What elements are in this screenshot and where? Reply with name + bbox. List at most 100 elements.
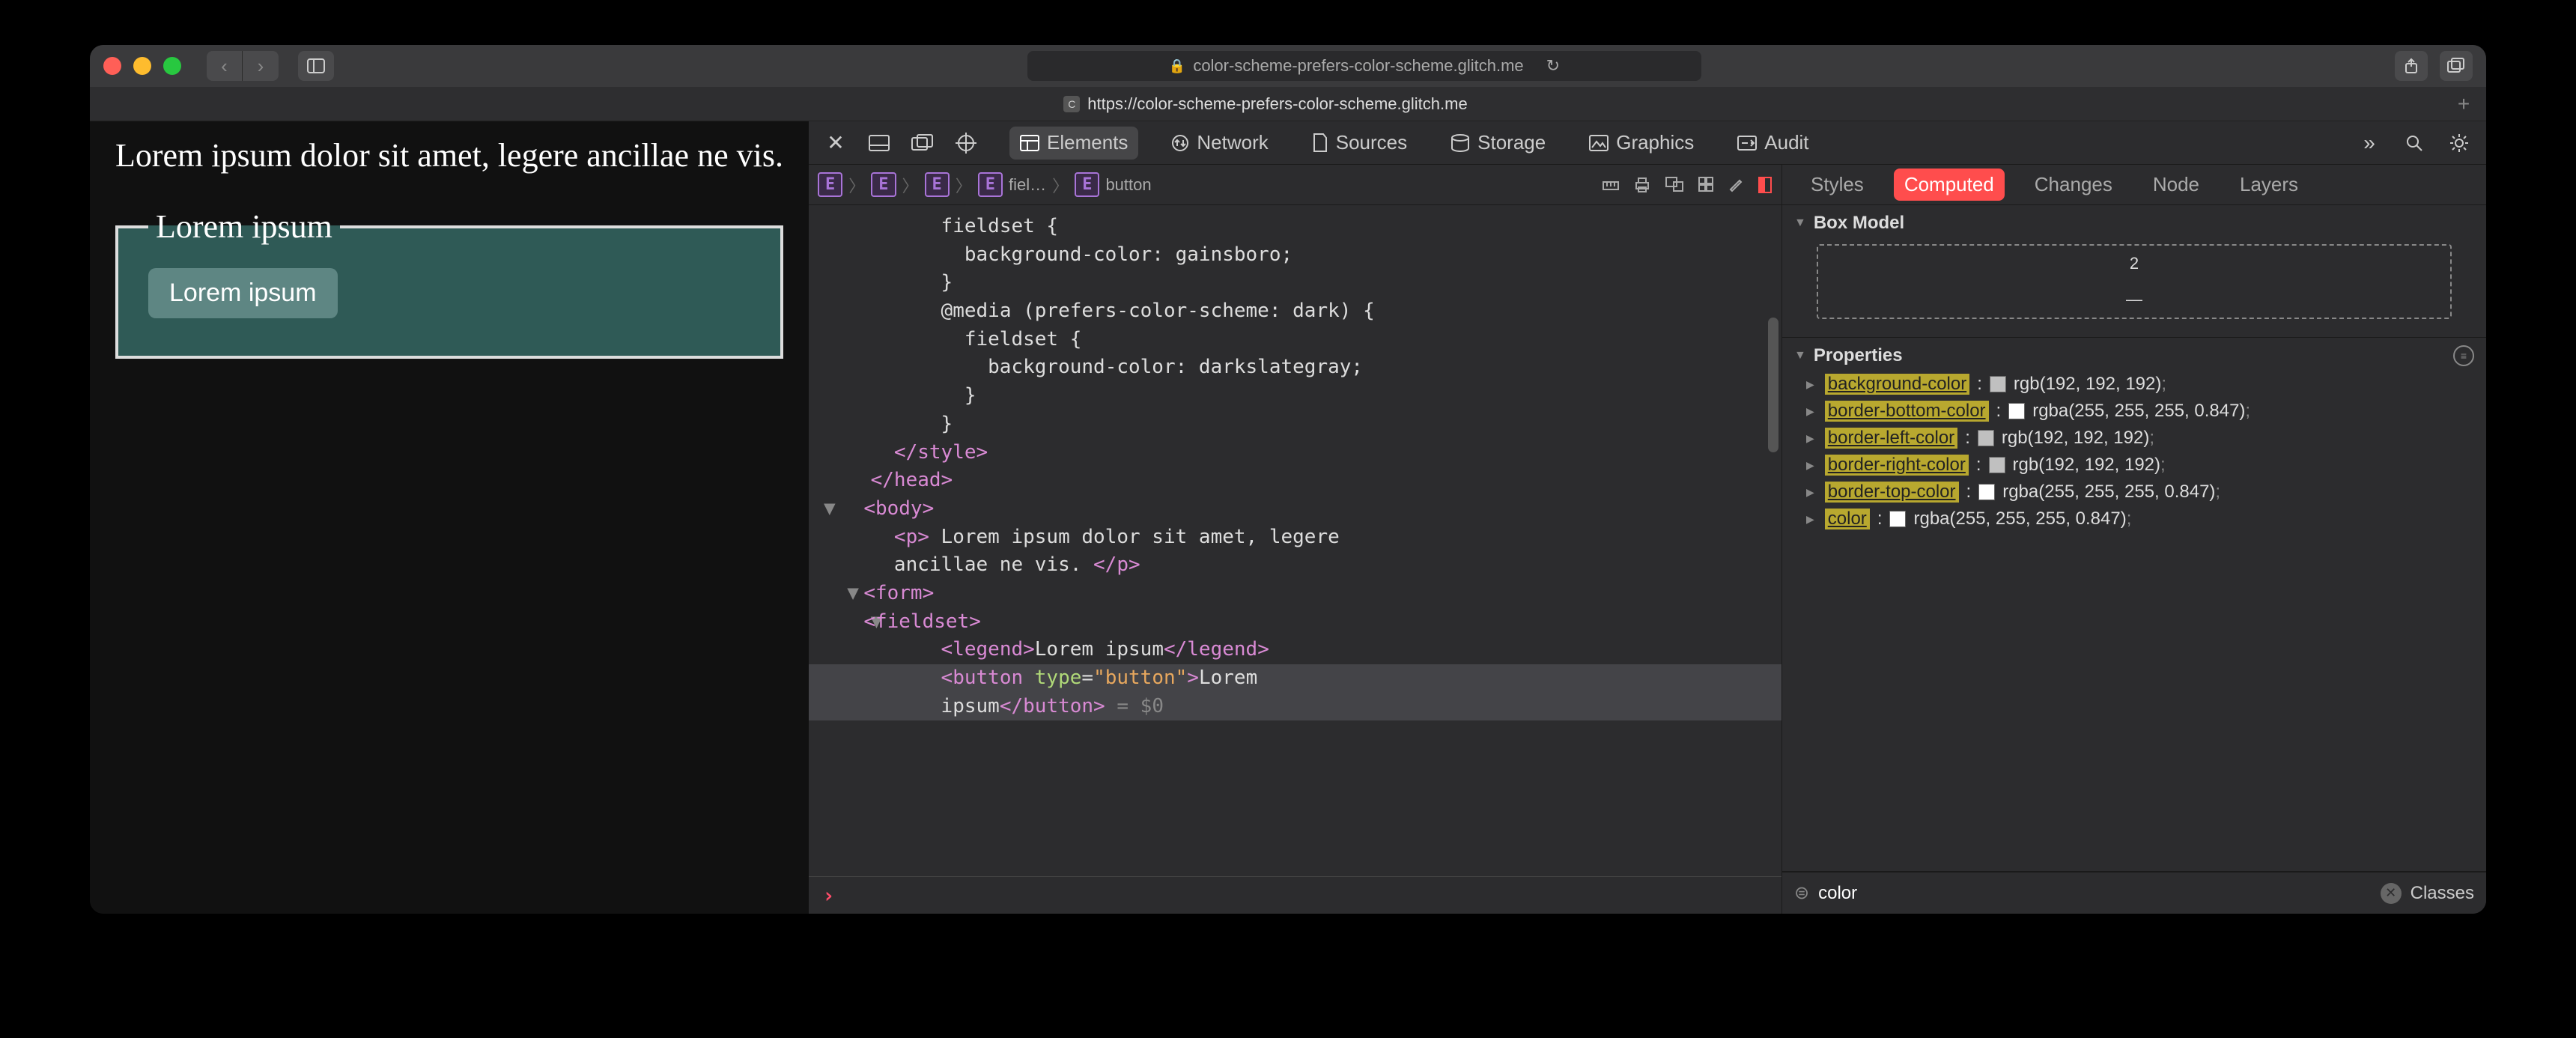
share-button[interactable]: [2395, 51, 2428, 81]
crumb-tag[interactable]: E: [818, 172, 842, 197]
tab-title: https://color-scheme-prefers-color-schem…: [1087, 94, 1467, 114]
devtools-left-pane: E〉 E〉 E〉 E fiel…〉 E button: [809, 165, 1782, 914]
filter-input[interactable]: [1818, 883, 2372, 904]
compositing-icon[interactable]: [1758, 176, 1772, 194]
panel-audit[interactable]: Audit: [1727, 127, 1819, 160]
crumb-tag[interactable]: E: [871, 172, 896, 197]
devtools-main: E〉 E〉 E〉 E fiel…〉 E button: [809, 165, 2486, 914]
page-button[interactable]: Lorem ipsum: [148, 268, 338, 318]
tab-changes[interactable]: Changes: [2024, 169, 2123, 201]
property-row[interactable]: ▶border-bottom-color: rgba(255, 255, 255…: [1806, 398, 2462, 425]
print-icon[interactable]: [1633, 176, 1651, 194]
forward-button[interactable]: ›: [243, 51, 279, 81]
search-icon[interactable]: [2399, 128, 2429, 158]
crumb-tag[interactable]: E: [925, 172, 950, 197]
box-model-top: 2: [2130, 254, 2139, 273]
close-window-button[interactable]: [103, 57, 121, 75]
browser-window: ‹ › 🔒 color-scheme-prefers-color-scheme.…: [90, 45, 2486, 914]
grid-icon[interactable]: [1698, 176, 1714, 194]
properties-list: ▶background-color: rgb(192, 192, 192);▶b…: [1794, 366, 2474, 541]
disclosure-triangle-icon[interactable]: ▼: [1794, 216, 1806, 230]
console-prompt-icon: ›: [822, 883, 835, 908]
property-row[interactable]: ▶border-left-color: rgb(192, 192, 192);: [1806, 425, 2462, 452]
tabs-overview-button[interactable]: [2440, 51, 2473, 81]
property-name: background-color: [1825, 374, 1969, 395]
page-fieldset: Lorem ipsum Lorem ipsum: [115, 207, 783, 359]
disclosure-triangle-icon[interactable]: ▶: [1806, 513, 1814, 526]
screens-icon[interactable]: [1665, 176, 1684, 194]
tab-node[interactable]: Node: [2142, 169, 2210, 201]
ruler-icon[interactable]: [1602, 176, 1620, 194]
tab-computed[interactable]: Computed: [1894, 169, 2005, 201]
disclosure-triangle-icon[interactable]: ▶: [1806, 378, 1814, 391]
crumb-tag[interactable]: E: [1075, 172, 1099, 197]
console-strip[interactable]: ›: [809, 876, 1781, 914]
reload-icon[interactable]: ↻: [1546, 56, 1560, 76]
property-row[interactable]: ▶border-top-color: rgba(255, 255, 255, 0…: [1806, 479, 2462, 506]
disclosure-triangle-icon[interactable]: ▶: [1806, 486, 1814, 499]
property-name: border-bottom-color: [1825, 401, 1989, 422]
classes-button[interactable]: Classes: [2411, 883, 2474, 904]
right-tabs: Styles Computed Changes Node Layers: [1782, 165, 2486, 205]
color-swatch[interactable]: [1989, 457, 2005, 473]
color-swatch[interactable]: [1978, 484, 1995, 500]
clear-filter-button[interactable]: ✕: [2381, 883, 2402, 904]
property-row[interactable]: ▶border-right-color: rgb(192, 192, 192);: [1806, 452, 2462, 479]
color-swatch[interactable]: [1978, 430, 1994, 446]
paint-icon[interactable]: [1728, 176, 1744, 194]
browser-tab[interactable]: C https://color-scheme-prefers-color-sch…: [90, 87, 2441, 121]
scrollbar[interactable]: [1768, 318, 1778, 452]
dock-side-icon[interactable]: [908, 128, 938, 158]
property-row[interactable]: ▶background-color: rgb(192, 192, 192);: [1806, 371, 2462, 398]
maximize-window-button[interactable]: [163, 57, 181, 75]
filter-icon: ⊜: [1794, 882, 1809, 904]
property-value: rgba(255, 255, 255, 0.847);: [2002, 482, 2220, 503]
property-value: rgba(255, 255, 255, 0.847);: [2032, 401, 2250, 422]
panel-network[interactable]: Network: [1161, 127, 1278, 160]
disclosure-triangle-icon[interactable]: ▶: [1806, 459, 1814, 472]
disclosure-triangle-icon[interactable]: ▼: [1794, 349, 1806, 362]
favicon-icon: C: [1063, 96, 1080, 112]
properties-title: Properties: [1814, 345, 1903, 366]
minimize-window-button[interactable]: [133, 57, 151, 75]
tab-bar: C https://color-scheme-prefers-color-sch…: [90, 87, 2486, 121]
filter-toggle-icon[interactable]: ≡: [2453, 345, 2474, 366]
property-name: border-right-color: [1825, 455, 1969, 476]
property-row[interactable]: ▶color: rgba(255, 255, 255, 0.847);: [1806, 506, 2462, 532]
overflow-icon[interactable]: »: [2354, 128, 2384, 158]
content-row: Lorem ipsum dolor sit amet, legere ancil…: [90, 121, 2486, 914]
panel-elements[interactable]: Elements: [1009, 127, 1138, 160]
disclosure-triangle-icon[interactable]: ▶: [1806, 405, 1814, 418]
color-swatch[interactable]: [2008, 403, 2025, 419]
back-button[interactable]: ‹: [207, 51, 243, 81]
panel-graphics[interactable]: Graphics: [1579, 127, 1704, 160]
tab-layers[interactable]: Layers: [2229, 169, 2309, 201]
panel-network-label: Network: [1197, 131, 1268, 154]
properties-section: ▼ Properties ≡ ▶background-color: rgb(19…: [1782, 338, 2486, 872]
sidebar-toggle-button[interactable]: [298, 51, 334, 81]
panel-storage[interactable]: Storage: [1440, 127, 1556, 160]
devtools-toolbar-right: »: [2354, 128, 2474, 158]
crumb-label[interactable]: fiel…: [1009, 175, 1046, 195]
property-value: rgb(192, 192, 192);: [2014, 374, 2166, 395]
crumbs-right-icons: [1602, 176, 1772, 194]
page-preview: Lorem ipsum dolor sit amet, legere ancil…: [90, 121, 809, 914]
address-bar[interactable]: 🔒 color-scheme-prefers-color-scheme.glit…: [1027, 51, 1701, 81]
new-tab-button[interactable]: +: [2441, 92, 2486, 116]
close-devtools-button[interactable]: ✕: [821, 128, 851, 158]
dom-tree[interactable]: fieldset { background-color: gainsboro; …: [809, 205, 1781, 876]
panel-sources[interactable]: Sources: [1301, 127, 1418, 160]
box-model-diagram[interactable]: 2 —: [1817, 244, 2452, 319]
filter-row: ⊜ ✕ Classes: [1782, 872, 2486, 914]
element-picker-icon[interactable]: [951, 128, 981, 158]
color-swatch[interactable]: [1889, 511, 1906, 527]
box-model-section: ▼ Box Model 2 —: [1782, 205, 2486, 338]
titlebar: ‹ › 🔒 color-scheme-prefers-color-scheme.…: [90, 45, 2486, 87]
dock-bottom-icon[interactable]: [864, 128, 894, 158]
disclosure-triangle-icon[interactable]: ▶: [1806, 432, 1814, 445]
settings-icon[interactable]: [2444, 128, 2474, 158]
crumb-tag[interactable]: E: [978, 172, 1003, 197]
tab-styles[interactable]: Styles: [1800, 169, 1874, 201]
crumb-label[interactable]: button: [1105, 175, 1151, 195]
color-swatch[interactable]: [1990, 376, 2006, 392]
